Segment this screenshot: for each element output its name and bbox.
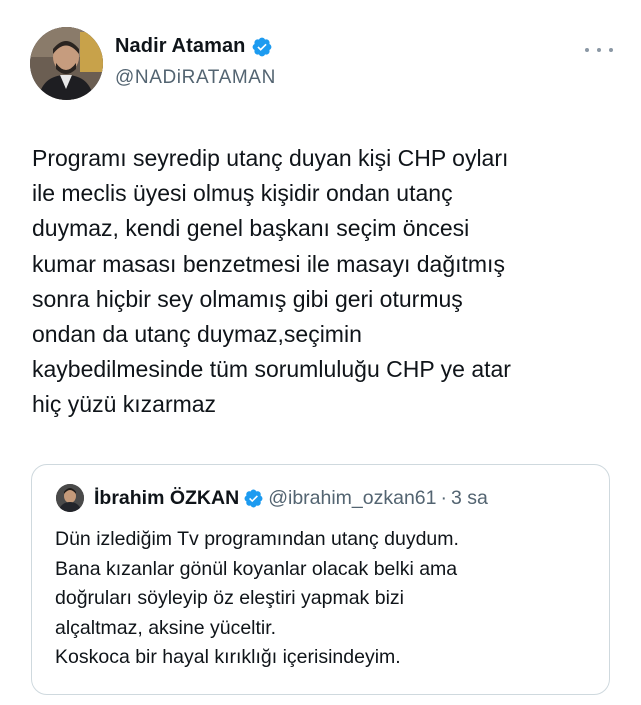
quoted-timestamp: 3 sa (451, 486, 488, 509)
author-handle[interactable]: @NADiRATAMAN (115, 67, 276, 89)
more-options-icon[interactable] (585, 40, 613, 60)
quoted-tweet-text: Dün izlediğim Tv programından utanç duyd… (55, 528, 459, 669)
tweet-text: Programı seyredip utanç duyan kişi CHP o… (32, 145, 511, 418)
quoted-tweet[interactable]: İbrahim ÖZKAN @ibrahim_ozkan61 · 3 sa Dü… (31, 464, 610, 695)
tweet-header: Nadir Ataman @NADiRATAMAN (30, 27, 615, 102)
quoted-author-name: İbrahim ÖZKAN (94, 486, 240, 509)
verified-badge-icon (243, 488, 264, 509)
author-name[interactable]: Nadir Ataman (115, 35, 246, 58)
quoted-author-handle: @ibrahim_ozkan61 (268, 486, 437, 509)
quoted-author-avatar (56, 484, 84, 512)
author-avatar[interactable] (30, 27, 103, 100)
verified-badge-icon (251, 36, 273, 58)
quoted-tweet-header: İbrahim ÖZKAN @ibrahim_ozkan61 · 3 sa (56, 484, 488, 512)
author-name-row: Nadir Ataman (115, 35, 273, 58)
separator-dot: · (440, 486, 448, 509)
